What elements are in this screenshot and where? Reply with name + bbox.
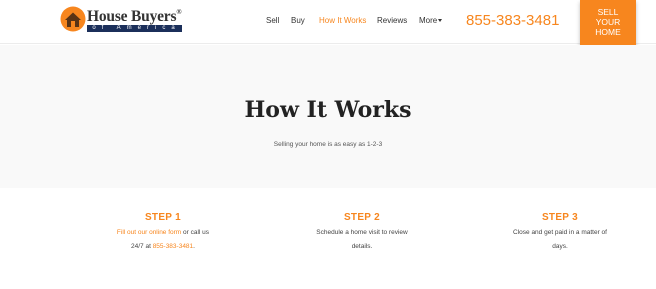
nav-item-buy[interactable]: Buy [291,16,305,25]
step-1-text: Fill out our online form or call us 24/7… [116,229,210,250]
page-subtitle: Selling your home is as easy as 1-2-3 [273,141,383,148]
step-1: STEP 1 Fill out our online form or call … [78,212,248,254]
logo-tagline: of America [87,25,182,32]
online-form-link[interactable]: Fill out our online form [117,229,181,236]
logo-title: House Buyers® [87,8,182,25]
house-icon [60,6,86,32]
page-title: How It Works [244,97,412,123]
step-1-title: STEP 1 [144,212,182,223]
step-2-title: STEP 2 [343,212,381,223]
step-2-text: Schedule a home visit to review details. [316,229,408,250]
sell-button-line-1: SELL [597,7,619,17]
sell-button-line-3: HOME [595,27,621,37]
nav-item-how-it-works[interactable]: How It Works [319,16,366,25]
site-header: House Buyers® of America Sell Buy How It… [0,0,656,44]
nav-item-more[interactable]: More [419,16,443,25]
step-3: STEP 3 Close and get paid in a matter of… [475,212,645,254]
hero-section: How It Works Selling your home is as eas… [0,45,656,188]
step-1-phone-link[interactable]: 855-383-3481 [153,243,193,250]
caret-down-icon [438,19,443,23]
sell-button-line-2: YOUR [595,17,621,27]
nav-item-more-label: More [419,16,438,25]
logo[interactable]: House Buyers® of America [60,6,182,34]
step-3-title: STEP 3 [541,212,579,223]
nav-item-sell[interactable]: Sell [266,16,279,25]
nav-item-reviews[interactable]: Reviews [377,16,407,25]
step-2: STEP 2 Schedule a home visit to review d… [277,212,447,254]
header-phone-link[interactable]: 855-383-3481 [466,12,559,29]
step-3-text: Close and get paid in a matter of days. [513,229,607,250]
